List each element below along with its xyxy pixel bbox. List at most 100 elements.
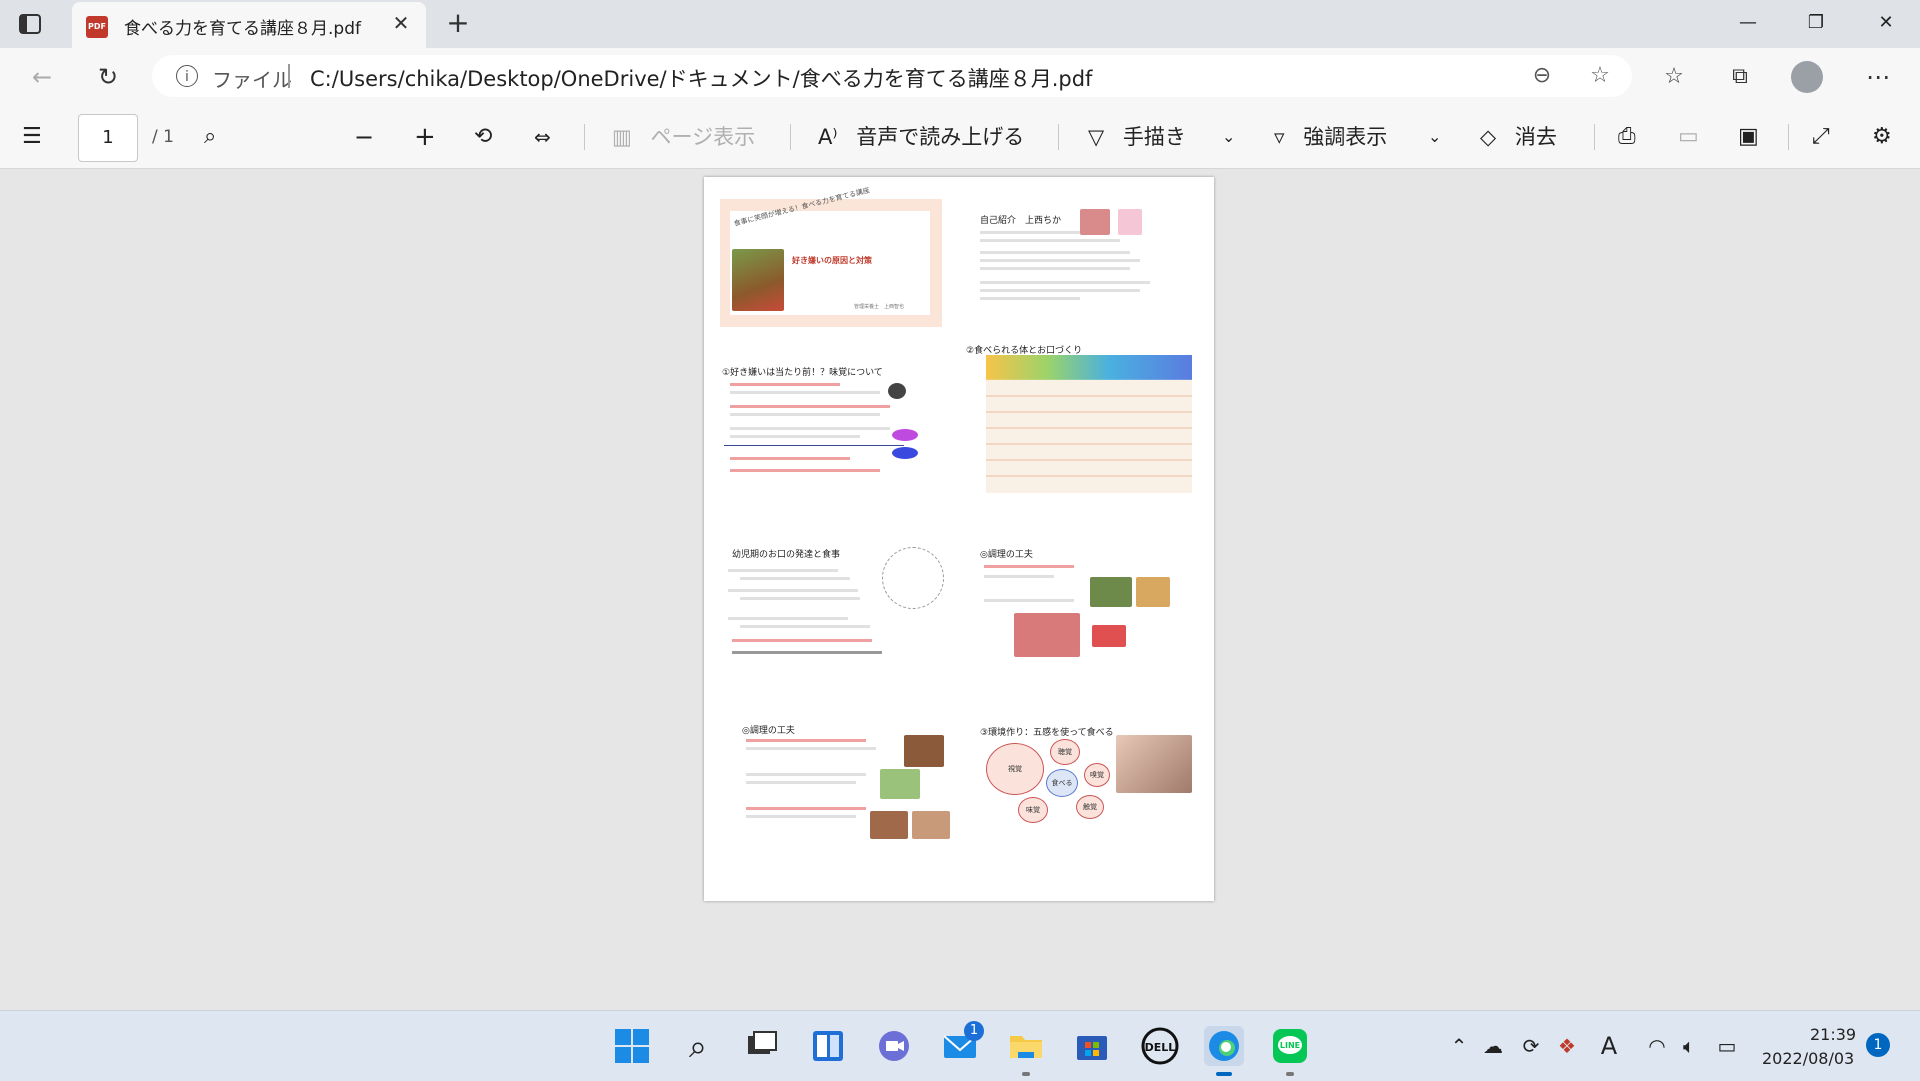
- print-icon[interactable]: ⎙: [1618, 120, 1636, 154]
- text-line: [730, 435, 860, 438]
- sense-bubble: 味覚: [1018, 797, 1048, 823]
- slide-cooking-tips-1: ◎調理の工夫: [966, 547, 1188, 675]
- wifi-icon[interactable]: ◠: [1644, 1033, 1670, 1059]
- highlight-options-chevron-icon[interactable]: ⌄: [1428, 120, 1441, 154]
- more-menu-icon[interactable]: ⋯: [1860, 59, 1896, 95]
- profile-photo: [1080, 209, 1110, 235]
- volume-icon[interactable]: 🔈︎: [1676, 1033, 1702, 1059]
- slide-mouth-development: ②食べられる体とお口づくり: [966, 343, 1192, 493]
- slide-title: ◎調理の工夫: [980, 550, 1033, 560]
- back-icon[interactable]: ←: [24, 59, 60, 95]
- text-line: [730, 383, 840, 386]
- zoom-out-button[interactable]: −: [354, 120, 374, 154]
- slide-infant-eating: 幼児期のお口の発達と食事: [720, 547, 944, 675]
- active-indicator: [1216, 1072, 1232, 1076]
- sync-icon[interactable]: ⟳: [1518, 1033, 1544, 1059]
- widgets-icon[interactable]: [808, 1026, 848, 1066]
- meat-photo: [1014, 613, 1080, 657]
- slide-title: 自己紹介 上西ちか: [980, 216, 1062, 226]
- text-line: [740, 577, 850, 580]
- show-hidden-icons-chevron[interactable]: ⌃: [1446, 1033, 1472, 1059]
- search-icon[interactable]: ⌕: [678, 1026, 718, 1066]
- text-line: [730, 391, 880, 394]
- battery-icon[interactable]: ▭: [1714, 1033, 1740, 1059]
- fullscreen-icon[interactable]: ⤢: [1812, 120, 1830, 154]
- clock-time[interactable]: 21:39: [1810, 1025, 1856, 1044]
- minimize-button[interactable]: —: [1718, 0, 1778, 46]
- zoom-in-button[interactable]: +: [414, 120, 436, 154]
- highlight-icon: ▿: [1274, 125, 1285, 149]
- text-line: [746, 781, 856, 784]
- address-url[interactable]: C:/Users/chika/Desktop/OneDrive/ドキュメント/食…: [310, 63, 1092, 93]
- dropbox-icon[interactable]: ❖: [1554, 1033, 1580, 1059]
- zoom-out-icon[interactable]: ⊖: [1524, 58, 1560, 94]
- start-windows-icon[interactable]: [612, 1026, 652, 1066]
- fit-width-icon[interactable]: ⇔: [534, 120, 551, 154]
- active-tab[interactable]: PDF 食べる力を育てる講座８月.pdf ✕: [72, 2, 426, 48]
- ime-mode-indicator[interactable]: A: [1596, 1033, 1622, 1059]
- notification-badge[interactable]: 1: [1866, 1033, 1890, 1057]
- highlight-button[interactable]: ▿ 強調表示: [1274, 120, 1387, 154]
- save-icon[interactable]: ▭: [1678, 120, 1699, 154]
- highlight-label: 強調表示: [1303, 125, 1388, 149]
- close-tab-icon[interactable]: ✕: [390, 12, 412, 34]
- address-divider: [288, 64, 290, 88]
- sense-bubble: 触覚: [1076, 795, 1104, 819]
- text-line: [740, 625, 870, 628]
- page-view-button[interactable]: ▥ ページ表示: [612, 120, 755, 154]
- onedrive-cloud-icon[interactable]: ☁: [1480, 1033, 1506, 1059]
- page-number-input[interactable]: 1: [78, 114, 138, 162]
- favorites-icon[interactable]: ☆: [1656, 59, 1692, 95]
- svg-text:DELL: DELL: [1145, 1041, 1176, 1054]
- rotate-icon[interactable]: ⟲: [474, 120, 492, 154]
- draw-button[interactable]: ▽ 手描き: [1088, 120, 1186, 154]
- text-line: [730, 427, 890, 430]
- draw-options-chevron-icon[interactable]: ⌄: [1222, 120, 1235, 154]
- clock-date[interactable]: 2022/08/03: [1762, 1049, 1854, 1068]
- page-view-icon: ▥: [612, 125, 632, 149]
- maximize-button[interactable]: ❐: [1786, 0, 1846, 46]
- text-line: [984, 565, 1074, 568]
- dell-icon[interactable]: DELL: [1140, 1026, 1180, 1066]
- pdf-toolbar: ☰ 1 / 1 ⌕ − + ⟲ ⇔ ▥ ページ表示 A⁾ 音声で読み上げる ▽ …: [0, 106, 1920, 169]
- info-icon[interactable]: i: [176, 65, 198, 87]
- teams-chat-icon[interactable]: [874, 1026, 914, 1066]
- food-photo: [1090, 577, 1132, 607]
- text-line: [980, 251, 1130, 254]
- new-tab-button[interactable]: +: [444, 9, 472, 37]
- save-as-icon[interactable]: ▣: [1738, 120, 1759, 154]
- settings-gear-icon[interactable]: ⚙: [1872, 120, 1892, 154]
- tab-title: 食べる力を育てる講座８月.pdf: [124, 19, 361, 39]
- text-line: [730, 457, 850, 460]
- task-view-icon[interactable]: [742, 1026, 782, 1066]
- address-scheme-label: ファイル: [212, 68, 292, 92]
- slide-five-senses: ③環境作り：五感を使って食べる 視覚 聴覚 食べる 嗅覚 味覚 触覚: [966, 725, 1192, 853]
- text-line: [980, 297, 1080, 300]
- refresh-icon[interactable]: ↻: [90, 59, 126, 95]
- table-of-contents-icon[interactable]: ☰: [22, 120, 42, 154]
- address-bar[interactable]: i ファイル C:/Users/chika/Desktop/OneDrive/ド…: [152, 55, 1632, 97]
- page-total: / 1: [152, 127, 174, 147]
- microsoft-store-icon[interactable]: [1072, 1026, 1112, 1066]
- slide-taste: ①好き嫌いは当たり前！？味覚について: [720, 365, 942, 493]
- slide-self-intro: 自己紹介 上西ちか: [966, 199, 1188, 327]
- profile-avatar[interactable]: [1791, 61, 1823, 93]
- text-line: [728, 617, 848, 620]
- running-indicator: [1286, 1072, 1294, 1076]
- fruit-illustration: [888, 383, 906, 399]
- add-favorite-icon[interactable]: ☆: [1582, 58, 1618, 94]
- file-explorer-icon[interactable]: [1006, 1026, 1046, 1066]
- read-aloud-button[interactable]: A⁾ 音声で読み上げる: [818, 120, 1024, 154]
- food-photo: [904, 735, 944, 767]
- search-icon[interactable]: ⌕: [204, 120, 216, 154]
- text-line: [980, 231, 1080, 234]
- erase-button[interactable]: ◇ 消去: [1480, 120, 1557, 154]
- close-window-button[interactable]: ✕: [1856, 0, 1916, 46]
- edge-browser-icon[interactable]: [1204, 1026, 1244, 1066]
- read-aloud-icon: A⁾: [818, 125, 838, 149]
- line-app-icon[interactable]: LINE: [1270, 1026, 1310, 1066]
- tab-actions-icon[interactable]: [18, 12, 42, 36]
- text-line: [980, 289, 1140, 292]
- sense-bubble: 嗅覚: [1084, 763, 1110, 787]
- collections-icon[interactable]: ⧉: [1722, 59, 1758, 95]
